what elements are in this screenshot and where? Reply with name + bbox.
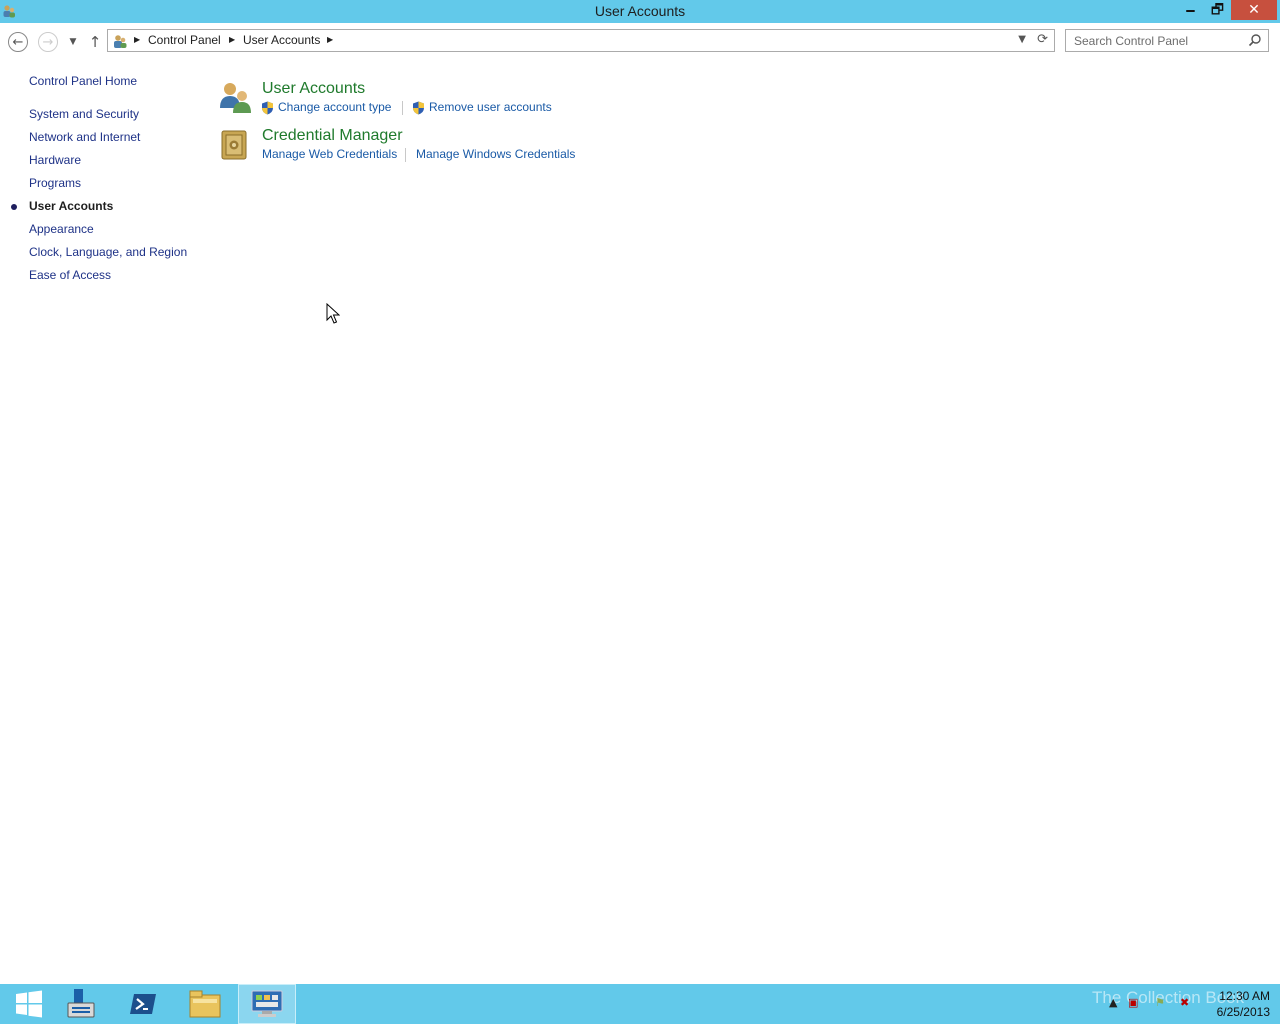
system-clock[interactable]: 12:30 AM 6/25/2013: [1208, 988, 1270, 1020]
file-explorer-icon: [189, 990, 221, 1018]
forward-arrow-icon[interactable]: →: [38, 32, 58, 52]
sidebar-item-system-and-security[interactable]: System and Security: [29, 107, 139, 121]
taskbar: The Collection Book ▲ ▣ ⚑ ✖ 12:30 AM 6/2…: [0, 984, 1280, 1024]
sidebar-item-user-accounts[interactable]: User Accounts: [29, 199, 113, 213]
action-center-icon[interactable]: ⚑: [1155, 996, 1165, 1009]
title-bar: User Accounts 🗕 🗗 ✕: [0, 0, 1280, 23]
taskbar-powershell[interactable]: [114, 984, 172, 1024]
sidebar-item-appearance[interactable]: Appearance: [29, 222, 94, 236]
users-icon[interactable]: [218, 80, 252, 114]
category-title-user-accounts[interactable]: User Accounts: [262, 80, 365, 98]
clock-time: 12:30 AM: [1219, 989, 1270, 1003]
breadcrumb-separator-icon[interactable]: ▶: [327, 35, 333, 44]
sidebar-item-programs[interactable]: Programs: [29, 176, 81, 190]
close-button[interactable]: ✕: [1231, 0, 1277, 20]
search-icon[interactable]: [1248, 33, 1262, 47]
network-error-icon[interactable]: ▣: [1128, 996, 1138, 1009]
restore-button[interactable]: 🗗: [1204, 0, 1231, 20]
breadcrumb-separator-icon[interactable]: ▶: [229, 35, 235, 44]
category-title-credential-manager[interactable]: Credential Manager: [262, 127, 403, 145]
start-icon: [16, 990, 42, 1018]
address-bar[interactable]: ▶ Control Panel ▶ User Accounts ▶ ▼ ⟳: [107, 29, 1055, 52]
show-hidden-icons-icon[interactable]: ▲: [1109, 996, 1117, 1009]
refresh-icon[interactable]: ⟳: [1037, 32, 1048, 47]
credential-vault-icon[interactable]: [218, 128, 252, 162]
breadcrumb-control-panel[interactable]: Control Panel: [148, 33, 221, 47]
clock-date: 6/25/2013: [1216, 1005, 1270, 1019]
link-divider: [405, 148, 406, 162]
search-box[interactable]: [1065, 29, 1269, 52]
recent-locations-dropdown-icon[interactable]: ▼: [62, 31, 84, 53]
manage-web-credentials-link[interactable]: Manage Web Credentials: [262, 147, 397, 161]
remove-user-accounts-link[interactable]: Remove user accounts: [429, 100, 552, 114]
taskbar-control-panel[interactable]: [238, 984, 296, 1024]
breadcrumb-separator-icon[interactable]: ▶: [134, 35, 140, 44]
address-dropdown-icon[interactable]: ▼: [1018, 34, 1026, 45]
window-title: User Accounts: [594, 3, 686, 19]
navigation-bar: ← → ▼ ↑ ▶ Control Panel ▶ User Accounts …: [0, 23, 1280, 59]
volume-muted-icon[interactable]: ✖: [1180, 996, 1189, 1009]
minimize-button[interactable]: 🗕: [1177, 0, 1204, 20]
link-divider: [402, 101, 403, 115]
search-input[interactable]: [1066, 30, 1242, 51]
sidebar-item-hardware[interactable]: Hardware: [29, 153, 81, 167]
powershell-icon: [130, 994, 156, 1014]
sidebar-item-network-and-internet[interactable]: Network and Internet: [29, 130, 140, 144]
control-panel-icon: [251, 990, 283, 1017]
breadcrumb-user-accounts[interactable]: User Accounts: [243, 33, 320, 47]
sidebar-item-clock-language-region[interactable]: Clock, Language, and Region: [29, 245, 187, 259]
control-panel-icon: [114, 35, 127, 48]
uac-shield-icon: [413, 101, 424, 115]
change-account-type-link[interactable]: Change account type: [278, 100, 391, 114]
active-bullet-icon: [11, 204, 17, 210]
up-arrow-icon[interactable]: ↑: [84, 31, 106, 53]
manage-windows-credentials-link[interactable]: Manage Windows Credentials: [416, 147, 575, 161]
sidebar-item-control-panel-home[interactable]: Control Panel Home: [29, 74, 137, 88]
mouse-cursor-icon: [326, 303, 340, 324]
sidebar-item-ease-of-access[interactable]: Ease of Access: [29, 268, 111, 282]
uac-shield-icon: [262, 101, 273, 115]
taskbar-file-explorer[interactable]: [176, 984, 234, 1024]
server-manager-icon: [67, 989, 95, 1018]
taskbar-server-manager[interactable]: [52, 984, 110, 1024]
start-button[interactable]: [0, 984, 58, 1024]
back-arrow-icon[interactable]: ←: [8, 32, 28, 52]
